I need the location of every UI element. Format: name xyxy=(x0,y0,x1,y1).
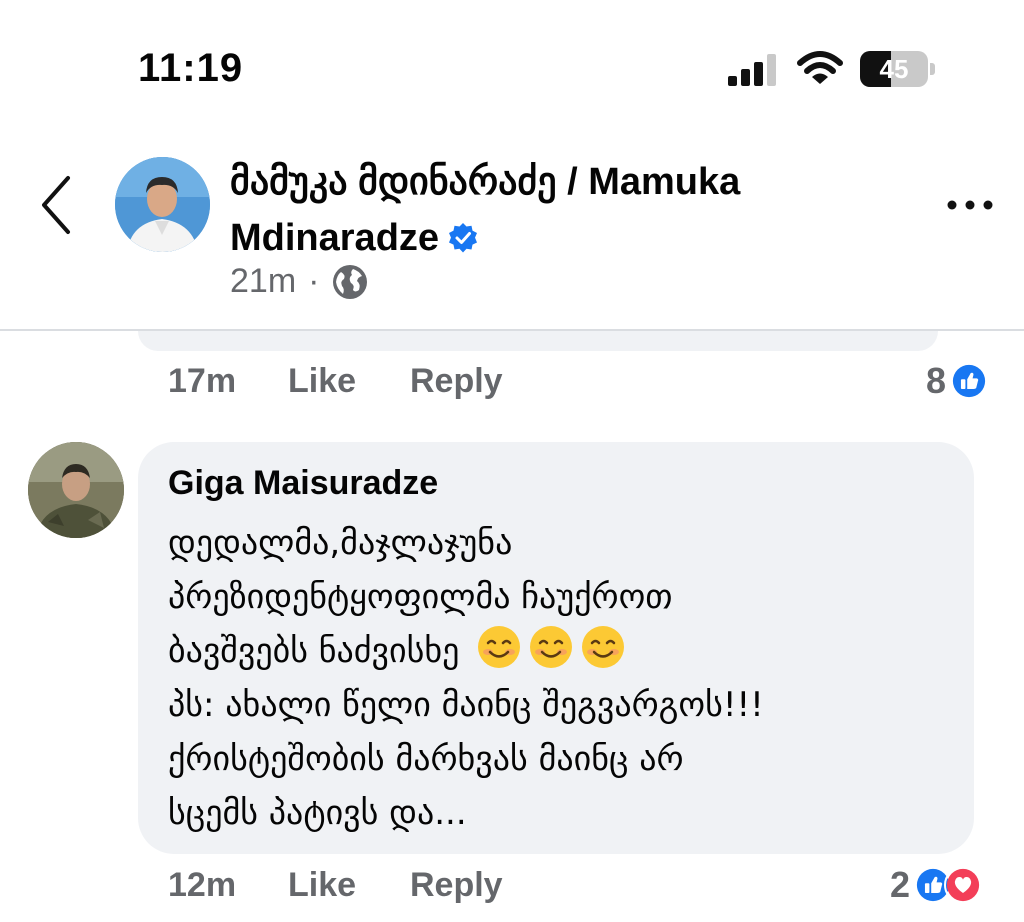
battery-level: 45 xyxy=(879,54,909,84)
post-time[interactable]: 21m xyxy=(230,262,296,301)
comment-line: დედალმა,მაჯლაჯუნა xyxy=(168,523,513,563)
commenter-name[interactable]: Giga Maisuradze xyxy=(168,464,438,503)
smiling-face-icon xyxy=(582,626,625,668)
previous-comment-actions: 17m Like Reply xyxy=(168,362,503,401)
reaction-count: 2 xyxy=(890,864,911,905)
comment-line-with-emojis: ბავშვებს ნაძვისხე xyxy=(168,624,958,678)
reply-button[interactable]: Reply xyxy=(410,362,503,401)
post-meta: 21m · xyxy=(230,262,369,301)
previous-comment-reactions[interactable]: 8 xyxy=(926,360,989,402)
previous-comment-bubble xyxy=(138,331,938,351)
smiling-face-icon xyxy=(478,626,521,668)
comment-time: 17m xyxy=(168,362,237,400)
comment-line: ბავშვებს ნაძვისხე xyxy=(168,631,460,671)
comment-line: პრეზიდენტყოფილმა ჩაუქროთ xyxy=(168,577,673,617)
comment-actions: 12m Like Reply xyxy=(168,866,503,905)
author-name[interactable]: მამუკა მდინარაძე / Mamuka Mdinaradze xyxy=(230,154,910,266)
love-reaction-icon xyxy=(944,866,983,904)
like-button[interactable]: Like xyxy=(288,866,410,905)
back-button[interactable] xyxy=(30,170,80,240)
comment-bubble: Giga Maisuradze დედალმა,მაჯლაჯუნა პრეზიდ… xyxy=(138,442,974,854)
comment-line: ქრისტეშობის მარხვას მაინც არ xyxy=(168,739,684,779)
like-reaction-icon xyxy=(950,362,989,400)
globe-icon xyxy=(333,264,368,299)
author-avatar[interactable] xyxy=(115,157,210,252)
comment-reactions[interactable]: 2 xyxy=(890,864,983,906)
reaction-count: 8 xyxy=(926,360,947,401)
post-header: მამუკა მდინარაძე / Mamuka Mdinaradze 21m… xyxy=(0,130,1024,330)
wifi-icon xyxy=(797,51,843,84)
verified-badge-icon xyxy=(449,223,478,253)
meta-separator: · xyxy=(308,262,320,300)
like-button[interactable]: Like xyxy=(288,362,410,401)
more-options-icon[interactable] xyxy=(940,190,1000,220)
battery-icon: 45 xyxy=(860,51,936,87)
comment-text: დედალმა,მაჯლაჯუნა პრეზიდენტყოფილმა ჩაუქრ… xyxy=(168,516,958,840)
comment-line: სცემს პატივს და... xyxy=(168,793,467,833)
comment-line: პს: ახალი წელი მაინც შეგვარგოს!!! xyxy=(168,685,764,725)
commenter-avatar[interactable] xyxy=(28,442,124,538)
status-bar: 11:19 45 xyxy=(0,0,1024,130)
reply-button[interactable]: Reply xyxy=(410,866,503,905)
smiling-face-icon xyxy=(530,626,573,668)
author-name-text[interactable]: მამუკა მდინარაძე / Mamuka Mdinaradze xyxy=(230,161,740,259)
comment-time: 12m xyxy=(168,866,237,904)
status-time: 11:19 xyxy=(138,46,244,90)
cellular-signal-icon xyxy=(728,54,776,86)
